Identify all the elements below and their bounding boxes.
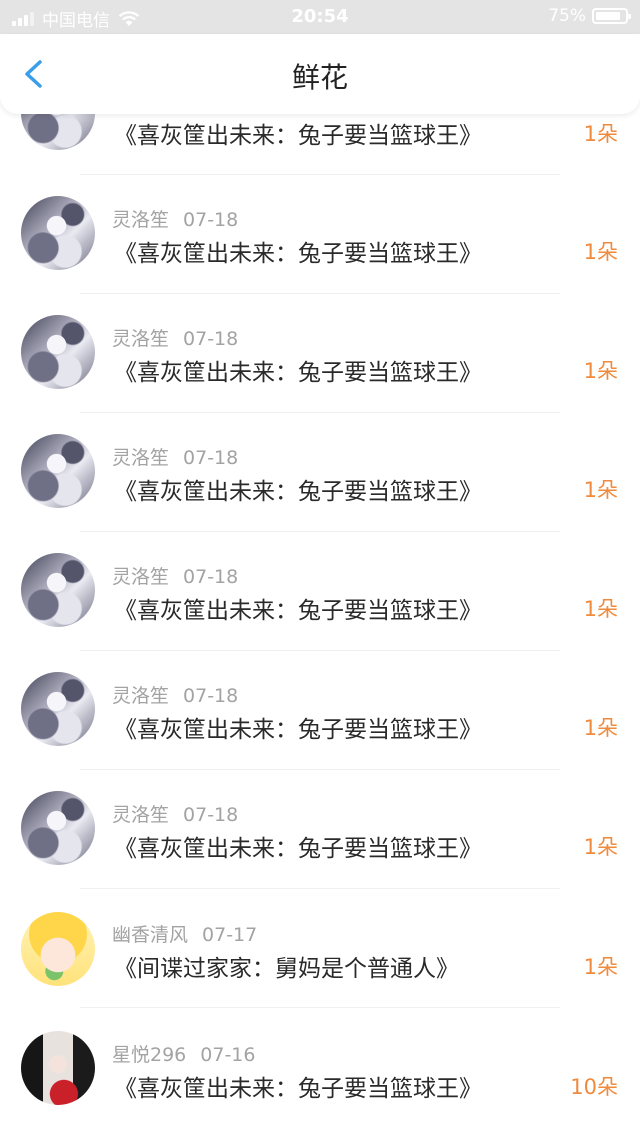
avatar[interactable]: [21, 1031, 95, 1105]
book-title: 《间谍过家家：舅妈是个普通人》: [114, 956, 459, 982]
list-item[interactable]: 星悦296 07-16 《喜灰筐出未来：兔子要当篮球王》 10朵: [0, 1008, 640, 1127]
avatar[interactable]: [21, 434, 95, 508]
book-title: 《喜灰筐出未来：兔子要当篮球王》: [114, 1076, 482, 1102]
user-name: 灵洛笙: [112, 804, 170, 826]
battery-icon: [592, 8, 631, 24]
avatar[interactable]: [21, 553, 95, 627]
flower-count: 1朵: [583, 359, 618, 383]
item-meta: 星悦296 07-16: [112, 1040, 255, 1067]
list-item[interactable]: 灵洛笙 07-18 《喜灰筐出未来：兔子要当篮球王》 1朵: [0, 770, 640, 889]
book-title: 《喜灰筐出未来：兔子要当篮球王》: [114, 717, 482, 743]
chevron-left-icon: [25, 60, 42, 88]
item-date: 07-18: [183, 566, 239, 588]
flower-count: 1朵: [583, 122, 618, 146]
user-name: 幽香清风: [112, 924, 189, 946]
flower-count: 1朵: [583, 716, 618, 740]
flower-count: 1朵: [583, 478, 618, 502]
user-name: 灵洛笙: [112, 685, 170, 707]
clock: 20:54: [291, 6, 349, 27]
battery-percent: 75%: [548, 6, 586, 26]
page-title: 鲜花: [291, 61, 348, 94]
user-name: 灵洛笙: [112, 447, 170, 469]
item-meta: 灵洛笙 07-18: [112, 443, 238, 470]
book-title: 《喜灰筐出未来：兔子要当篮球王》: [114, 836, 482, 862]
list-item[interactable]: 灵洛笙 07-18 《喜灰筐出未来：兔子要当篮球王》 1朵: [0, 175, 640, 294]
book-title: 《喜灰筐出未来：兔子要当篮球王》: [114, 479, 482, 505]
book-title: 《喜灰筐出未来：兔子要当篮球王》: [114, 241, 482, 267]
item-date: 07-16: [200, 1044, 256, 1066]
avatar[interactable]: [21, 196, 95, 270]
item-date: 07-18: [183, 209, 239, 231]
item-meta: 灵洛笙 07-18: [112, 562, 238, 589]
item-date: 07-18: [183, 328, 239, 350]
list-item[interactable]: 灵洛笙 07-18 《喜灰筐出未来：兔子要当篮球王》 1朵: [0, 413, 640, 532]
nav-bar: 鲜花: [0, 34, 640, 114]
item-meta: 幽香清风 07-17: [112, 920, 257, 947]
item-date: 07-18: [183, 447, 239, 469]
flower-count: 1朵: [583, 955, 618, 979]
book-title: 《喜灰筐出未来：兔子要当篮球王》: [114, 598, 482, 624]
avatar[interactable]: [21, 791, 95, 865]
list-item[interactable]: 灵洛笙 07-18 《喜灰筐出未来：兔子要当篮球王》 1朵: [0, 294, 640, 413]
item-meta: 灵洛笙 07-18: [112, 800, 238, 827]
item-date: 07-18: [183, 685, 239, 707]
list-item[interactable]: 灵洛笙 07-18 《喜灰筐出未来：兔子要当篮球王》 1朵: [0, 651, 640, 770]
flower-count: 1朵: [583, 597, 618, 621]
status-bar: 中国电信 20:54 75%: [0, 0, 640, 34]
book-title: 《喜灰筐出未来：兔子要当篮球王》: [114, 123, 482, 149]
item-date: 07-18: [183, 804, 239, 826]
user-name: 灵洛笙: [112, 328, 170, 350]
user-name: 灵洛笙: [112, 566, 170, 588]
book-title: 《喜灰筐出未来：兔子要当篮球王》: [114, 360, 482, 386]
list-item[interactable]: 灵洛笙 07-18 《喜灰筐出未来：兔子要当篮球王》 1朵: [0, 532, 640, 651]
flower-count: 10朵: [570, 1075, 618, 1099]
user-name: 灵洛笙: [112, 209, 170, 231]
back-button[interactable]: [14, 54, 54, 94]
item-date: 07-17: [202, 924, 258, 946]
flower-count: 1朵: [583, 835, 618, 859]
avatar[interactable]: [21, 912, 95, 986]
item-meta: 灵洛笙 07-18: [112, 324, 238, 351]
avatar[interactable]: [21, 315, 95, 389]
list-item[interactable]: 幽香清风 07-17 《间谍过家家：舅妈是个普通人》 1朵: [0, 889, 640, 1008]
flower-count: 1朵: [583, 240, 618, 264]
user-name: 星悦296: [112, 1044, 187, 1066]
avatar[interactable]: [21, 672, 95, 746]
item-meta: 灵洛笙 07-18: [112, 205, 238, 232]
item-meta: 灵洛笙 07-18: [112, 681, 238, 708]
